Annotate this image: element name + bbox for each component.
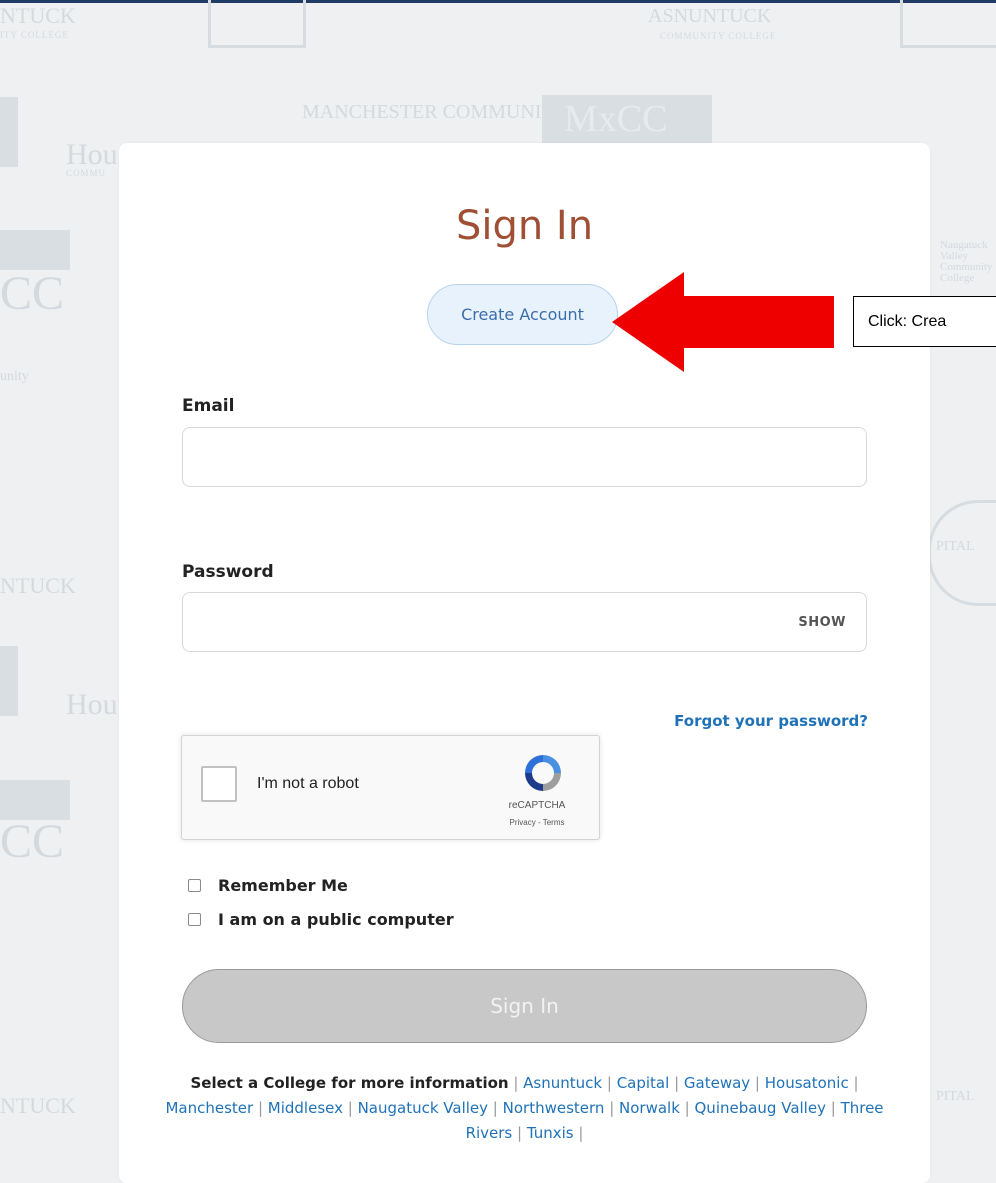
bg-logo: ASNUNTUCK [648, 5, 772, 27]
email-field-wrapper [182, 427, 867, 487]
recaptcha-brand: reCAPTCHA [508, 800, 566, 811]
recaptcha-label: I'm not a robot [257, 775, 359, 792]
bg-logo: Hou [66, 688, 118, 721]
recaptcha-checkbox[interactable] [201, 766, 237, 802]
bg-logo: Naugatuck Valley Community College [940, 239, 993, 284]
bg-logo-sub: COMMUNITY COLLEGE [660, 31, 777, 41]
bg-logo: NTUCK [0, 3, 76, 28]
bg-logo-block [0, 780, 70, 820]
public-computer-label[interactable]: I am on a public computer [218, 910, 454, 929]
college-link[interactable]: Housatonic [765, 1074, 849, 1092]
college-links-lead: Select a College for more information [190, 1074, 509, 1092]
bg-logo-block [0, 230, 70, 270]
password-field[interactable] [183, 593, 795, 651]
email-label: Email [182, 396, 235, 416]
bg-logo-block [0, 97, 18, 167]
bg-logo: PITAL [936, 1089, 975, 1104]
bg-logo: MxCC [564, 98, 668, 140]
college-link[interactable]: Naugatuck Valley [358, 1099, 488, 1117]
college-link[interactable]: Manchester [165, 1099, 253, 1117]
college-link[interactable]: Norwalk [619, 1099, 680, 1117]
college-link[interactable]: Middlesex [268, 1099, 343, 1117]
show-password-button[interactable]: SHOW [798, 593, 846, 651]
bg-logo-block [0, 646, 18, 716]
college-link[interactable]: Tunxis [527, 1124, 574, 1142]
annotation-callout: Click: Crea [853, 296, 996, 347]
bg-logo: Hou [66, 138, 118, 171]
college-link[interactable]: Northwestern [503, 1099, 605, 1117]
bg-logo: unity [0, 369, 29, 384]
bg-logo-frame [900, 0, 996, 48]
page-title: Sign In [455, 203, 594, 249]
recaptcha-logo-icon [525, 755, 561, 791]
recaptcha-widget: I'm not a robot reCAPTCHA Privacy - Term… [181, 735, 600, 840]
create-account-button[interactable]: Create Account [427, 284, 618, 345]
college-link[interactable]: Capital [617, 1074, 670, 1092]
college-link[interactable]: Quinebaug Valley [695, 1099, 826, 1117]
public-computer-checkbox[interactable] [188, 913, 201, 926]
annotation-arrow-icon [612, 272, 834, 372]
password-label: Password [182, 562, 274, 582]
email-field[interactable] [183, 428, 795, 486]
bg-logo: NTUCK [0, 1093, 76, 1118]
bg-logo: CC [0, 815, 65, 868]
recaptcha-links[interactable]: Privacy - Terms [482, 818, 592, 827]
bg-logo-frame [208, 0, 306, 48]
bg-logo: MANCHESTER COMMUNITY [302, 101, 569, 123]
bg-logo: PITAL [936, 539, 975, 554]
password-field-wrapper: SHOW [182, 592, 867, 652]
remember-me-row[interactable]: Remember Me [188, 876, 348, 895]
forgot-password-link[interactable]: Forgot your password? [674, 712, 868, 730]
sign-in-button[interactable]: Sign In [182, 969, 867, 1043]
top-accent-bar [0, 0, 996, 3]
college-links: Select a College for more information | … [165, 1074, 884, 1142]
bg-logo-sub: ITY COLLEGE [0, 30, 69, 40]
college-link[interactable]: Gateway [684, 1074, 750, 1092]
college-link[interactable]: Asnuntuck [523, 1074, 602, 1092]
bg-logo: CC [0, 267, 65, 320]
bg-logo-sub: COMMU [66, 168, 107, 178]
public-computer-row[interactable]: I am on a public computer [188, 910, 454, 929]
remember-me-checkbox[interactable] [188, 879, 201, 892]
bg-logo: NTUCK [0, 573, 76, 598]
remember-me-label[interactable]: Remember Me [218, 876, 348, 895]
